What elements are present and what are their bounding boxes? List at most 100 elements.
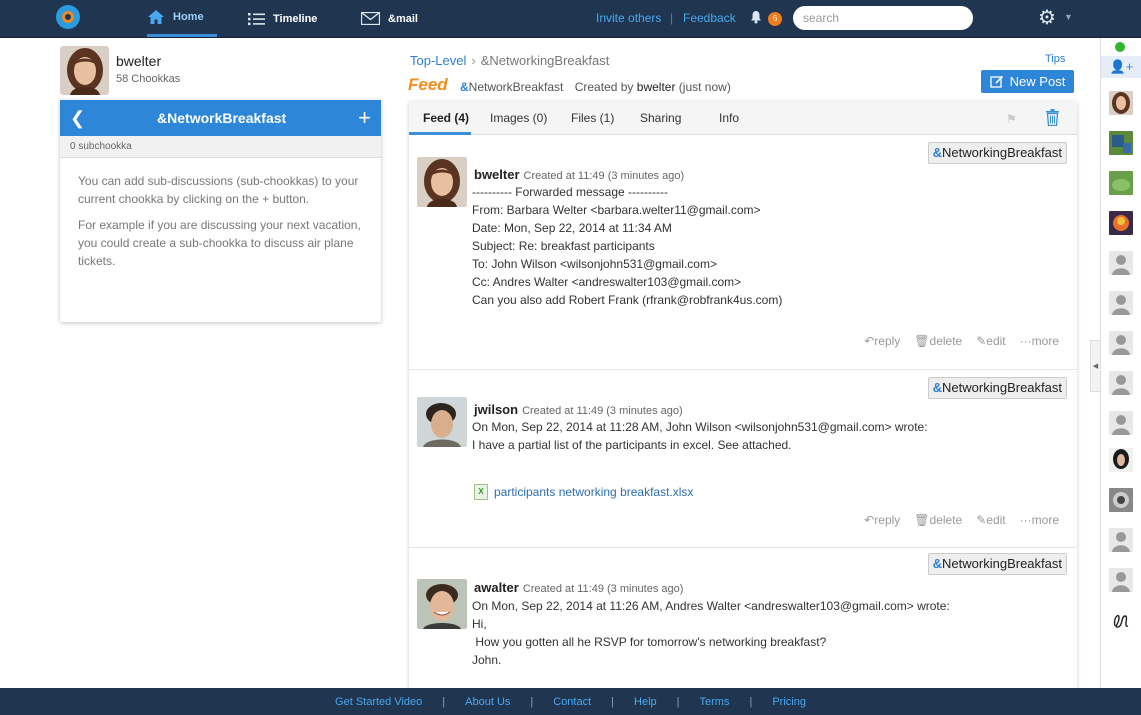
- contact-avatar[interactable]: [1109, 371, 1133, 395]
- post-author[interactable]: jwilson Created at 11:49 (3 minutes ago): [474, 402, 683, 417]
- avatar[interactable]: [417, 579, 467, 629]
- add-sub-chookka-button[interactable]: +: [358, 105, 371, 131]
- rail-collapse-toggle[interactable]: ◀: [1090, 340, 1100, 392]
- more-label: more: [1031, 513, 1059, 527]
- tips-link[interactable]: Tips: [1045, 53, 1065, 65]
- tab-images[interactable]: Images (0): [490, 111, 547, 125]
- notification-badge[interactable]: 6: [768, 12, 782, 26]
- new-post-button[interactable]: New Post: [981, 70, 1074, 93]
- trash-icon[interactable]: [1045, 109, 1060, 126]
- contact-avatar[interactable]: [1109, 568, 1133, 592]
- footer-about-link[interactable]: About Us: [465, 696, 510, 708]
- contact-avatar[interactable]: [1109, 171, 1133, 195]
- nav-home[interactable]: Home: [147, 0, 217, 37]
- edit-icon: [990, 75, 1003, 88]
- dots-icon: ···: [1019, 334, 1032, 348]
- post-created: Created at 11:49 (3 minutes ago): [522, 583, 684, 595]
- tab-sharing[interactable]: Sharing: [640, 111, 681, 125]
- post-author-name[interactable]: awalter: [474, 580, 519, 595]
- footer-terms-link[interactable]: Terms: [700, 696, 730, 708]
- reply-action[interactable]: ↶reply: [864, 513, 900, 527]
- sub-chookka-header: ❮ &NetworkBreakfast +: [60, 100, 381, 136]
- chevron-down-icon[interactable]: ▼: [1064, 12, 1073, 22]
- breadcrumb-root-link[interactable]: Top-Level: [410, 53, 466, 68]
- avatar[interactable]: [417, 157, 467, 207]
- chip-label: NetworkingBreakfast: [942, 145, 1062, 160]
- contact-avatar[interactable]: [1109, 411, 1133, 435]
- nav-timeline[interactable]: Timeline: [248, 0, 317, 37]
- topic-amp: &: [460, 80, 469, 94]
- chip-amp: &: [932, 380, 943, 395]
- profile-avatar[interactable]: [60, 46, 109, 95]
- attachment-name[interactable]: participants networking breakfast.xlsx: [494, 485, 693, 499]
- delete-label: delete: [929, 513, 963, 527]
- breadcrumb: Top-Level › &NetworkingBreakfast: [410, 53, 609, 68]
- online-status-icon: [1115, 42, 1125, 52]
- sub-chookka-help: You can add sub-discussions (sub-chookka…: [60, 158, 381, 270]
- contact-avatar[interactable]: [1109, 211, 1133, 235]
- footer-get-started-link[interactable]: Get Started Video: [335, 696, 422, 708]
- post-author-name[interactable]: jwilson: [474, 402, 518, 417]
- delete-action[interactable]: 🗑delete: [914, 513, 962, 527]
- attachment-link[interactable]: X participants networking breakfast.xlsx: [474, 484, 693, 500]
- flag-icon[interactable]: ⚑: [1006, 112, 1017, 126]
- contact-avatar[interactable]: [1109, 291, 1133, 315]
- edit-label: edit: [986, 334, 1006, 348]
- reply-action[interactable]: ↶reply: [864, 334, 900, 348]
- topic-chip[interactable]: &NetworkingBreakfast: [927, 377, 1067, 399]
- footer-pricing-link[interactable]: Pricing: [772, 696, 806, 708]
- contact-avatar[interactable]: [1109, 251, 1133, 275]
- feed-panel: Feed (4) Images (0) Files (1) Sharing In…: [409, 101, 1077, 691]
- topic-chip[interactable]: &NetworkingBreakfast: [927, 553, 1067, 575]
- post-author-name[interactable]: bwelter: [474, 167, 520, 182]
- footer-divider: |: [442, 695, 446, 708]
- chip-label: NetworkingBreakfast: [942, 556, 1062, 571]
- tab-info[interactable]: Info: [719, 111, 739, 125]
- contact-avatar[interactable]: [1109, 131, 1133, 155]
- edit-action[interactable]: ✎edit: [976, 513, 1005, 527]
- invite-others-link[interactable]: Invite others: [596, 11, 661, 25]
- reply-icon: ↶: [864, 513, 875, 527]
- chevron-left-icon[interactable]: ❮: [70, 108, 85, 129]
- contact-avatar[interactable]: [1109, 331, 1133, 355]
- post-author[interactable]: awalter Created at 11:49 (3 minutes ago): [474, 580, 683, 595]
- profile-name[interactable]: bwelter: [116, 53, 161, 69]
- topic-chip[interactable]: &NetworkingBreakfast: [927, 142, 1067, 164]
- tab-files[interactable]: Files (1): [571, 111, 614, 125]
- post-author[interactable]: bwelter Created at 11:49 (3 minutes ago): [474, 167, 684, 182]
- contact-avatar[interactable]: [1109, 608, 1133, 632]
- pencil-icon: ✎: [976, 334, 987, 348]
- footer-contact-link[interactable]: Contact: [553, 696, 591, 708]
- edit-action[interactable]: ✎edit: [976, 334, 1005, 348]
- delete-label: delete: [929, 334, 963, 348]
- contact-avatar[interactable]: [1109, 448, 1133, 472]
- feed-topic[interactable]: NetworkBreakfast: [469, 80, 564, 94]
- tab-feed[interactable]: Feed (4): [423, 111, 469, 125]
- top-navigation-bar: Home Timeline &mail Invite others | Feed…: [0, 0, 1141, 38]
- contacts-rail: 👤+: [1100, 38, 1141, 688]
- more-action[interactable]: ···more: [1020, 334, 1059, 348]
- feedback-link[interactable]: Feedback: [683, 11, 736, 25]
- avatar[interactable]: [417, 397, 467, 447]
- chip-label: NetworkingBreakfast: [942, 380, 1062, 395]
- gear-icon[interactable]: ⚙: [1038, 8, 1056, 28]
- new-post-label: New Post: [1009, 74, 1066, 89]
- contact-avatar[interactable]: [1109, 488, 1133, 512]
- footer-help-link[interactable]: Help: [634, 696, 657, 708]
- delete-action[interactable]: 🗑delete: [914, 334, 962, 348]
- sub-chookka-count: 0 subchookka: [60, 136, 381, 158]
- created-time: (just now): [678, 80, 731, 94]
- nav-mail[interactable]: &mail: [361, 0, 418, 37]
- contact-avatar[interactable]: [1109, 528, 1133, 552]
- contact-avatar[interactable]: [1109, 91, 1133, 115]
- creator-name[interactable]: bwelter: [637, 80, 676, 94]
- feed-post: &NetworkingBreakfast bwelter Created at 1…: [409, 136, 1077, 370]
- more-action[interactable]: ···more: [1020, 513, 1059, 527]
- bell-icon[interactable]: [749, 10, 763, 24]
- search-input[interactable]: [793, 6, 973, 30]
- add-user-icon[interactable]: 👤+: [1101, 56, 1141, 78]
- envelope-icon: [361, 12, 380, 25]
- app-logo[interactable]: [56, 5, 80, 29]
- footer-divider: |: [611, 695, 615, 708]
- post-body: ---------- Forwarded message ---------- …: [472, 185, 783, 307]
